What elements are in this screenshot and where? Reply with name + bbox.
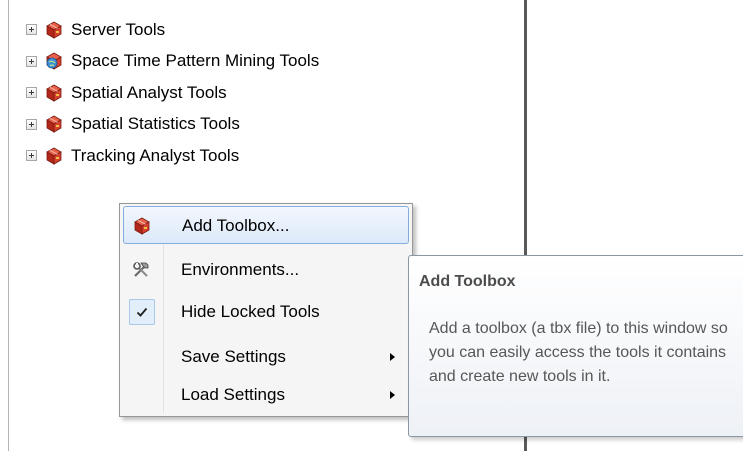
tooltip-body: Add a toolbox (a tbx file) to this windo… [429, 320, 728, 385]
menu-item-label: Save Settings [181, 347, 286, 366]
submenu-arrow-icon [390, 391, 395, 399]
tree-item-spatial-analyst-tools[interactable]: Spatial Analyst Tools [26, 77, 319, 109]
expand-plus-icon[interactable] [26, 118, 37, 130]
tree-item-label: Space Time Pattern Mining Tools [71, 51, 320, 71]
toolbox-icon [132, 216, 152, 236]
tooltip: Add Toolbox Add a toolbox (a tbx file) t… [408, 255, 743, 437]
menu-item-label: Environments... [181, 260, 300, 279]
tree-item-server-tools[interactable]: Server Tools [26, 14, 319, 46]
expand-plus-icon[interactable] [26, 24, 37, 36]
toolbox-icon [44, 83, 64, 103]
toolbox-icon [44, 20, 64, 40]
menu-item-label: Hide Locked Tools [181, 302, 320, 321]
toolbox-globe-icon [44, 51, 64, 71]
menu-item-save-settings[interactable]: Save Settings [123, 338, 409, 376]
tree-item-label: Spatial Statistics Tools [71, 114, 240, 134]
expand-plus-icon[interactable] [26, 150, 37, 162]
tree-item-spatial-statistics-tools[interactable]: Spatial Statistics Tools [26, 109, 319, 141]
toolbox-icon [44, 146, 64, 166]
checkmark-icon [129, 299, 155, 325]
hammer-wrench-icon [133, 262, 149, 277]
expand-plus-icon[interactable] [26, 87, 37, 99]
tree-left-border [8, 0, 9, 451]
submenu-arrow-icon [390, 353, 395, 361]
tooltip-title: Add Toolbox [419, 273, 516, 290]
tree-item-label: Spatial Analyst Tools [71, 82, 227, 102]
toolbox-icon [44, 114, 64, 134]
toolbox-tree: Server Tools Space Time Pattern Mining T… [26, 14, 319, 172]
menu-item-load-settings[interactable]: Load Settings [123, 376, 409, 414]
tree-item-space-time-pattern-mining-tools[interactable]: Space Time Pattern Mining Tools [26, 46, 319, 78]
menu-item-hide-locked-tools[interactable]: Hide Locked Tools [123, 293, 409, 331]
context-menu: Add Toolbox... Environments... Hide Lock… [119, 203, 413, 417]
expand-plus-icon[interactable] [26, 55, 37, 67]
tree-item-tracking-analyst-tools[interactable]: Tracking Analyst Tools [26, 140, 319, 172]
tree-item-label: Tracking Analyst Tools [71, 145, 240, 165]
tree-item-label: Server Tools [71, 19, 166, 39]
menu-item-label: Add Toolbox... [182, 216, 290, 235]
menu-item-add-toolbox[interactable]: Add Toolbox... [123, 206, 409, 244]
menu-item-label: Load Settings [181, 385, 285, 404]
menu-item-environments[interactable]: Environments... [123, 251, 409, 289]
